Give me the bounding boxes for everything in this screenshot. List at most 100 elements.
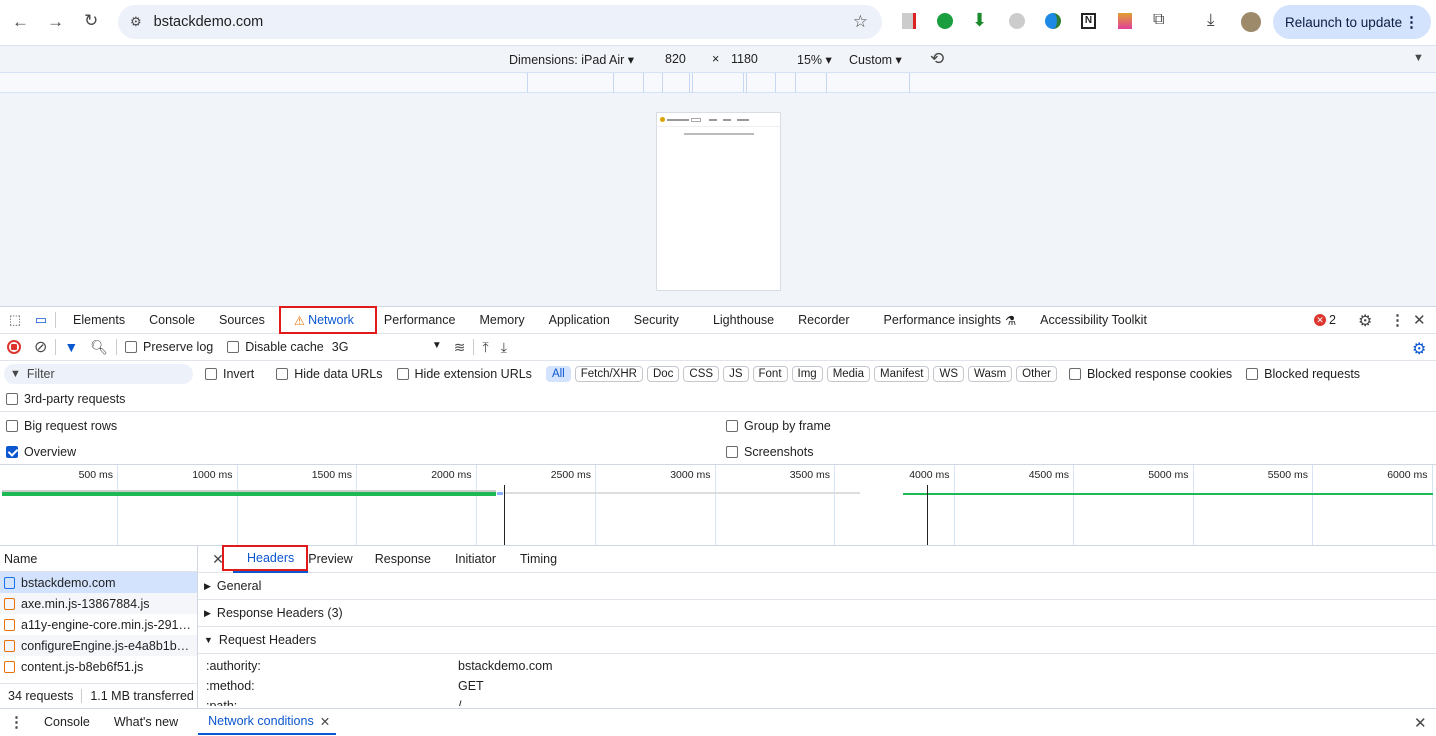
- drawer-menu-kebab-icon[interactable]: ⋮: [9, 713, 24, 731]
- throttling-select[interactable]: 3G ▼: [332, 340, 442, 354]
- checkbox[interactable]: [6, 393, 18, 405]
- preserve-log-checkbox[interactable]: Preserve log: [125, 340, 213, 354]
- relaunch-button[interactable]: Relaunch to update ⋮: [1273, 5, 1431, 39]
- rotate-icon[interactable]: ⟲: [930, 49, 944, 69]
- tab-recorder[interactable]: Recorder: [786, 307, 861, 334]
- reload-icon[interactable]: ↻: [84, 11, 98, 31]
- error-counter[interactable]: ✕ 2: [1314, 313, 1336, 327]
- request-row[interactable]: content.js-b8eb6f51.js: [0, 656, 197, 677]
- filter-funnel-icon[interactable]: ▼: [64, 339, 78, 355]
- tab-elements[interactable]: Elements: [61, 307, 137, 334]
- tab-timing[interactable]: Timing: [508, 546, 569, 573]
- filter-type-ws[interactable]: WS: [933, 366, 965, 382]
- drawer-tab-console[interactable]: Console: [32, 709, 102, 736]
- tab-lighthouse[interactable]: Lighthouse: [701, 307, 786, 334]
- address-bar[interactable]: ⚙ bstackdemo.com ☆: [118, 5, 882, 39]
- forward-icon[interactable]: →: [47, 12, 64, 32]
- checkbox[interactable]: [205, 368, 217, 380]
- checkbox[interactable]: [6, 420, 18, 432]
- section-request-headers[interactable]: ▼ Request Headers: [198, 627, 1436, 654]
- checkbox[interactable]: [276, 368, 289, 380]
- export-har-icon[interactable]: ⤓: [501, 339, 507, 356]
- more-options-icon[interactable]: ▼: [1413, 52, 1424, 64]
- hide-extension-urls-checkbox[interactable]: Hide extension URLs: [396, 367, 532, 381]
- filter-type-doc[interactable]: Doc: [646, 366, 680, 382]
- clear-icon[interactable]: ⊘: [34, 337, 47, 357]
- smiley-extension-icon[interactable]: [1009, 13, 1025, 29]
- filter-type-img[interactable]: Img: [791, 366, 823, 382]
- tab-performance-insights[interactable]: Performance insights ⚗: [872, 307, 1029, 334]
- filter-type-css[interactable]: CSS: [683, 366, 720, 382]
- checkbox[interactable]: [125, 341, 138, 353]
- close-devtools-icon[interactable]: ✕: [1413, 311, 1426, 329]
- filter-type-all[interactable]: All: [545, 366, 571, 382]
- tab-initiator[interactable]: Initiator: [443, 546, 508, 573]
- blocked-cookies-checkbox[interactable]: Blocked response cookies: [1068, 367, 1232, 381]
- media-query-bar[interactable]: [0, 73, 1436, 93]
- network-overview-timeline[interactable]: 500 ms 1000 ms 1500 ms 2000 ms 2500 ms 3000 m…: [0, 464, 1436, 546]
- back-icon[interactable]: ←: [12, 12, 29, 32]
- tab-accessibility-toolkit[interactable]: Accessibility Toolkit: [1028, 307, 1159, 334]
- width-input[interactable]: 820: [665, 52, 686, 66]
- tab-network[interactable]: ⚠ Network: [278, 305, 377, 334]
- import-har-icon[interactable]: ⤒: [482, 339, 488, 356]
- record-stop-icon[interactable]: [7, 340, 21, 354]
- screenshots-checkbox[interactable]: Screenshots: [726, 445, 813, 459]
- group-by-frame-checkbox[interactable]: Group by frame: [726, 419, 831, 433]
- bookmark-star-icon[interactable]: ☆: [853, 12, 868, 32]
- request-row[interactable]: a11y-engine-core.min.js-291…: [0, 614, 197, 635]
- site-settings-icon[interactable]: ⚙: [130, 14, 142, 30]
- filter-type-font[interactable]: Font: [752, 366, 788, 382]
- tab-application[interactable]: Application: [537, 307, 622, 334]
- height-input[interactable]: 1180: [731, 52, 758, 66]
- more-kebab-icon[interactable]: ⋮: [1390, 311, 1405, 329]
- emulated-page-preview[interactable]: [656, 112, 781, 291]
- section-general[interactable]: ▶ General: [198, 573, 1436, 600]
- settings-gear-icon[interactable]: ⚙: [1358, 311, 1372, 331]
- request-row[interactable]: configureEngine.js-e4a8b1b…: [0, 635, 197, 656]
- downloads-icon[interactable]: ⤓: [1207, 10, 1215, 30]
- checkbox[interactable]: [6, 446, 18, 458]
- checkbox[interactable]: [227, 341, 240, 353]
- network-settings-gear-icon[interactable]: ⚙: [1412, 339, 1426, 359]
- filter-type-js[interactable]: JS: [723, 366, 749, 382]
- filter-type-manifest[interactable]: Manifest: [874, 366, 930, 382]
- device-toggle-icon[interactable]: ▭: [32, 312, 50, 328]
- tab-memory[interactable]: Memory: [467, 307, 536, 334]
- tab-response[interactable]: Response: [363, 546, 443, 573]
- filter-type-media[interactable]: Media: [826, 366, 871, 382]
- evernote-extension-icon[interactable]: [937, 13, 953, 29]
- disable-cache-checkbox[interactable]: Disable cache: [227, 340, 324, 354]
- download-extension-icon[interactable]: ⬇: [972, 10, 987, 31]
- checkbox[interactable]: [1068, 368, 1081, 380]
- search-icon[interactable]: 🔍︎: [90, 339, 108, 356]
- filter-input[interactable]: ▼ Filter: [4, 364, 193, 384]
- extension-icon[interactable]: [902, 13, 916, 29]
- extensions-puzzle-icon[interactable]: ⧉: [1153, 11, 1164, 29]
- accessibility-extension-icon[interactable]: [1118, 13, 1132, 29]
- tab-console[interactable]: Console: [137, 307, 207, 334]
- menu-kebab-icon[interactable]: ⋮: [1404, 13, 1419, 31]
- globe-extension-icon[interactable]: [1045, 13, 1061, 29]
- overview-checkbox[interactable]: Overview: [6, 445, 76, 459]
- checkbox[interactable]: [726, 420, 738, 432]
- close-drawer-icon[interactable]: ✕: [1414, 714, 1427, 732]
- request-row[interactable]: bstackdemo.com: [0, 572, 197, 593]
- notion-extension-icon[interactable]: N: [1081, 13, 1096, 29]
- tab-performance[interactable]: Performance: [372, 307, 468, 334]
- hide-data-urls-checkbox[interactable]: Hide data URLs: [276, 367, 383, 381]
- third-party-checkbox[interactable]: 3rd-party requests: [6, 392, 125, 406]
- checkbox[interactable]: [726, 446, 738, 458]
- blocked-requests-checkbox[interactable]: Blocked requests: [1246, 367, 1360, 381]
- filter-type-fetchxhr[interactable]: Fetch/XHR: [574, 366, 643, 382]
- inspect-element-icon[interactable]: ⬚: [6, 312, 24, 328]
- tab-security[interactable]: Security: [622, 307, 691, 334]
- request-row[interactable]: axe.min.js-13867884.js: [0, 593, 197, 614]
- tab-sources[interactable]: Sources: [207, 307, 277, 334]
- tab-preview[interactable]: Preview: [308, 546, 362, 573]
- big-request-rows-checkbox[interactable]: Big request rows: [6, 419, 117, 433]
- profile-avatar[interactable]: [1241, 12, 1261, 32]
- filter-type-wasm[interactable]: Wasm: [968, 366, 1013, 382]
- close-tab-icon[interactable]: ✕: [320, 714, 330, 729]
- section-response-headers[interactable]: ▶ Response Headers (3): [198, 600, 1436, 627]
